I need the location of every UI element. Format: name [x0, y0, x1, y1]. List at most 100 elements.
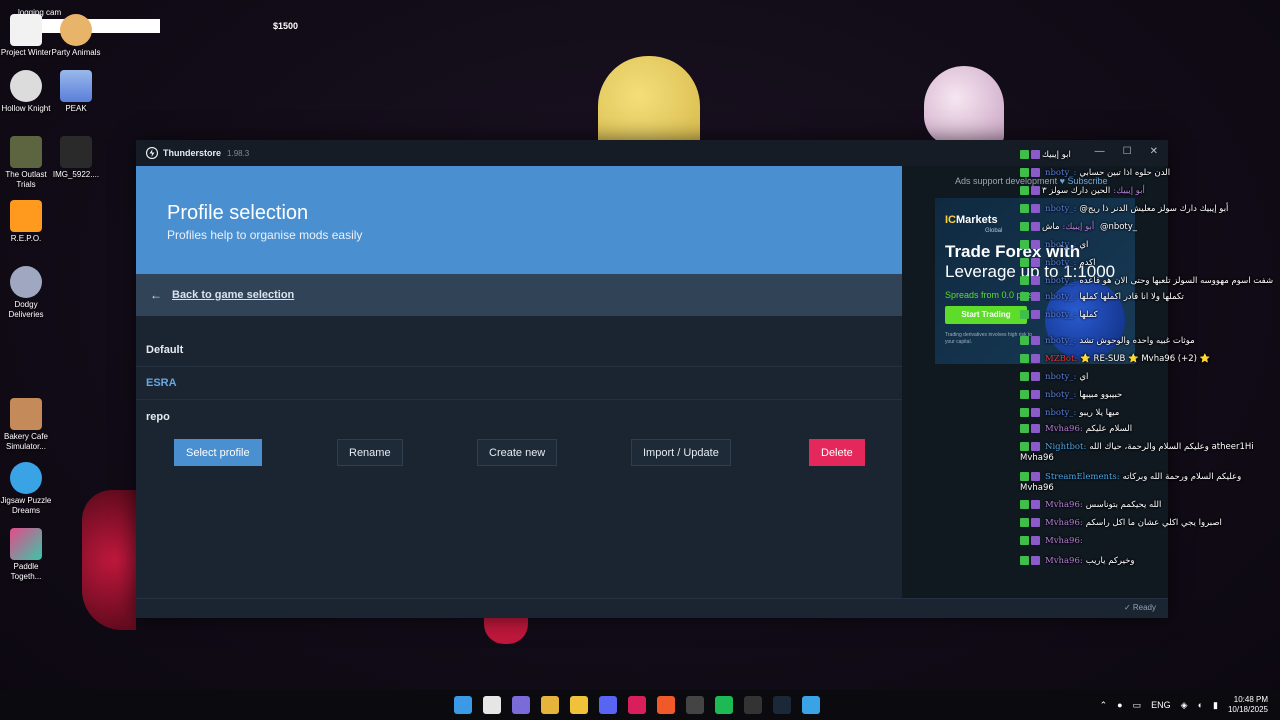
chat-badge-icon: [1020, 472, 1040, 483]
chat-username[interactable]: Mvha96:: [1045, 556, 1083, 566]
clock[interactable]: 10:48 PM 10/18/2025: [1228, 695, 1268, 715]
chat-message: السلام عليكم: [1085, 424, 1133, 434]
chat-username[interactable]: nboty_:: [1045, 258, 1076, 268]
chat-message: موثات غبيه واحده والوحوش تشد: [1079, 336, 1195, 346]
windows-start-icon[interactable]: [454, 696, 472, 714]
page-subtitle: Profiles help to organise mods easily: [167, 228, 363, 242]
desktop-icon-jigsaw-puzzle[interactable]: Jigsaw Puzzle Dreams: [0, 462, 52, 516]
spotify-icon[interactable]: [715, 696, 733, 714]
desktop-icon-bakery-cafe[interactable]: Bakery Cafe Simulator...: [0, 398, 52, 452]
chat-username[interactable]: nboty_:: [1045, 204, 1076, 214]
chat-line: Mvha96: الله يحيكمم بتوناسس: [1020, 500, 1161, 510]
chat-username[interactable]: أبو إيبيك:: [1113, 186, 1145, 196]
taskbar: ⌃ ● ▭ ENG ◈ ◐ ▮ 10:48 PM 10/18/2025: [0, 690, 1280, 720]
chat-username[interactable]: nboty_:: [1045, 408, 1076, 418]
back-to-game-selection-link[interactable]: Back to game selection: [172, 289, 294, 301]
battery-icon[interactable]: ▮: [1213, 700, 1218, 711]
chat-line: StreamElements: وعليكم السلام ورحمة الله …: [1020, 472, 1256, 494]
brave-icon[interactable]: [657, 696, 675, 714]
chat-badge-icon: [1020, 408, 1040, 418]
chat-username[interactable]: Mvha96:: [1045, 424, 1083, 434]
chat-username[interactable]: nboty_:: [1045, 276, 1076, 286]
chat-username[interactable]: Mvha96:: [1045, 518, 1083, 528]
delete-button[interactable]: Delete: [809, 439, 865, 466]
network-icon[interactable]: ◈: [1181, 700, 1188, 711]
ad-logo-sub: Global: [985, 228, 1003, 234]
display-icon[interactable]: ▭: [1133, 700, 1142, 711]
chat-username[interactable]: Mvha96:: [1045, 500, 1083, 510]
chat-overlay: ابو إيبيك nboty_: الدن حلوه اذا تبين حسابي…: [1016, 146, 1280, 576]
desktop-icon-repo[interactable]: R.E.P.O.: [0, 200, 52, 244]
chat-line: nboty_: حبيبوو مبيبها: [1020, 390, 1122, 400]
clock-date: 10/18/2025: [1227, 705, 1268, 714]
thunderstore-icon[interactable]: [802, 696, 820, 714]
microphone-icon[interactable]: ●: [1117, 700, 1122, 710]
chat-line: nboty_: اكدم: [1020, 258, 1096, 268]
chat-badge-icon: [1020, 258, 1040, 268]
profile-item-default[interactable]: Default: [136, 334, 902, 367]
desktop-icon-dodgy-deliveries[interactable]: Dodgy Deliveries: [0, 266, 52, 320]
jigsaw-puzzle-icon: [10, 462, 42, 494]
chat-username[interactable]: Mvha96:: [1045, 536, 1083, 546]
chat-username[interactable]: nboty_:: [1045, 390, 1076, 400]
obs-icon[interactable]: [686, 696, 704, 714]
file-explorer-icon[interactable]: [570, 696, 588, 714]
chat-badge-icon: [1020, 500, 1040, 510]
chat-username[interactable]: nboty_:: [1045, 336, 1076, 346]
desktop-icon-outlast-trials[interactable]: The Outlast Trials: [0, 136, 52, 190]
chat-line: nboty_: اي: [1020, 240, 1088, 250]
chat-username[interactable]: nboty_:: [1045, 292, 1076, 302]
chat-message: ⭐ RE-SUB ⭐ Mvha96 (+2) ⭐: [1080, 354, 1211, 364]
chat-username[interactable]: MZBot:: [1045, 354, 1077, 364]
chat-username[interactable]: nboty_:: [1045, 372, 1076, 382]
chat-badge-icon: [1020, 292, 1040, 302]
desktop-icon-project-winter[interactable]: Project Winter: [0, 14, 52, 58]
ad-start-trading-button[interactable]: Start Trading: [945, 306, 1027, 324]
chat-badge-icon: [1020, 186, 1040, 196]
select-profile-button[interactable]: Select profile: [174, 439, 262, 466]
unity-hub-icon[interactable]: [628, 696, 646, 714]
money-label: $1500: [273, 21, 299, 31]
desktop-icon-party-animals[interactable]: Party Animals: [50, 14, 102, 58]
chat-username[interactable]: StreamElements:: [1045, 472, 1120, 482]
chat-line: أبو إيبيك:ماش @nboty_: [1020, 222, 1137, 232]
language-indicator[interactable]: ENG: [1151, 700, 1171, 710]
import-update-button[interactable]: Import / Update: [631, 439, 731, 466]
chat-line: nboty_: كملها: [1020, 310, 1098, 320]
chat-line: nboty_: موثات غبيه واحده والوحوش تشد: [1020, 336, 1195, 346]
desktop-icon-paddle-together[interactable]: Paddle Togeth...: [0, 528, 52, 582]
create-new-button[interactable]: Create new: [477, 439, 558, 466]
status-bar: ✓ Ready: [136, 598, 1168, 618]
chat-message: شفت اسوم مهووسه السولز تلعبها وحتى الان …: [1079, 276, 1274, 286]
chat-username[interactable]: Nightbot:: [1045, 442, 1086, 452]
chat-message: الدن حلوه اذا تبين حسابي: [1079, 168, 1171, 178]
chat-username[interactable]: nboty_:: [1045, 310, 1076, 320]
chat-line: Nightbot: وعليكم السلام والرحمة، حياك الل…: [1020, 442, 1256, 464]
volume-icon[interactable]: ◐: [1198, 700, 1203, 710]
profile-item-repo[interactable]: repo: [136, 400, 902, 433]
tray-overflow-icon[interactable]: ⌃: [1100, 700, 1108, 711]
chat-message: كملها: [1079, 310, 1098, 320]
chat-badge-icon: [1020, 310, 1040, 320]
profile-item-esra[interactable]: ESRA: [136, 367, 902, 400]
desktop-icon-peak[interactable]: PEAK: [50, 70, 102, 114]
copilot-icon[interactable]: [512, 696, 530, 714]
rename-button[interactable]: Rename: [337, 439, 403, 466]
main-panel: Profile selection Profiles help to organ…: [136, 166, 902, 598]
discord-icon[interactable]: [599, 696, 617, 714]
window-titlebar[interactable]: Thunderstore 1.98.3 — ☐ ✕: [136, 140, 1168, 166]
chat-line: Mvha96:: [1020, 536, 1086, 546]
chat-username[interactable]: nboty_:: [1045, 240, 1076, 250]
chat-badge-icon: [1020, 240, 1040, 250]
desktop-icon-hollow-knight[interactable]: Hollow Knight: [0, 70, 52, 114]
chrome-icon[interactable]: [541, 696, 559, 714]
steam-icon[interactable]: [773, 696, 791, 714]
capcut-icon[interactable]: [744, 696, 762, 714]
chat-line: nboty_: @أبو إيبيك دارك سولز معليش الدنر …: [1020, 204, 1228, 214]
desktop-icon-image-file[interactable]: IMG_5922....: [50, 136, 102, 180]
task-view-icon[interactable]: [483, 696, 501, 714]
chat-username[interactable]: nboty_:: [1045, 168, 1076, 178]
chat-username[interactable]: أبو إيبيك:: [1063, 222, 1095, 232]
chat-badge-icon: [1020, 204, 1040, 214]
back-arrow-icon[interactable]: ←: [150, 288, 162, 302]
